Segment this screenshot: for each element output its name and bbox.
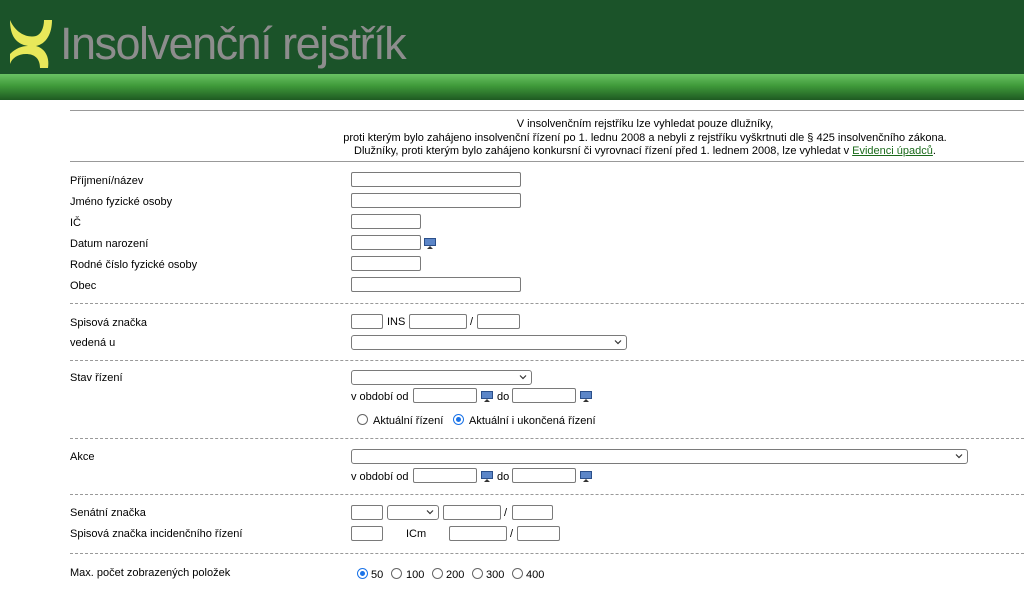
city-label: Obec (70, 280, 97, 292)
incidental-senate-input[interactable] (351, 526, 383, 541)
court-select[interactable] (351, 335, 627, 350)
status-from-input[interactable] (413, 388, 477, 403)
divider (70, 110, 1024, 111)
senate-case-input[interactable] (443, 505, 501, 520)
slash-label: / (504, 507, 508, 519)
radio-max-50[interactable] (357, 568, 368, 579)
radio-current-only[interactable] (357, 414, 368, 425)
incidental-number-input[interactable] (449, 526, 507, 541)
birthnumber-input[interactable] (351, 256, 421, 271)
case-senate-input[interactable] (351, 314, 383, 329)
divider (70, 438, 1024, 439)
max-results-label: Max. počet zobrazených položek (70, 567, 231, 579)
notice-line-3-end: . (932, 145, 936, 157)
slash-label: / (510, 528, 514, 540)
notice-line-1: V insolvenčním rejstříku lze vyhledat po… (516, 118, 774, 130)
divider (70, 360, 1024, 361)
action-select[interactable] (351, 449, 968, 464)
radio-current-and-closed[interactable] (453, 414, 464, 425)
incidental-label: Spisová značka incidenčního řízení (70, 528, 243, 540)
notice-line-3: Dlužníky, proti kterým bylo zahájeno kon… (270, 145, 1020, 159)
firstname-input[interactable] (351, 193, 521, 208)
slash-label: / (470, 316, 474, 328)
search-notice: V insolvenčním rejstříku lze vyhledat po… (270, 118, 1020, 159)
city-input[interactable] (351, 277, 521, 292)
court-label: vedená u (70, 337, 116, 349)
calendar-icon[interactable] (424, 238, 436, 250)
case-number-label: Spisová značka (70, 317, 148, 329)
birthdate-label: Datum narození (70, 238, 149, 250)
max-100-label: 100 (406, 569, 425, 581)
action-to-input[interactable] (512, 468, 576, 483)
incidental-year-input[interactable] (517, 526, 560, 541)
calendar-icon[interactable] (481, 471, 493, 483)
chevron-down-icon (519, 375, 527, 380)
divider (70, 161, 1024, 162)
birthnumber-label: Rodné číslo fyzické osoby (70, 259, 198, 271)
chevron-down-icon (426, 510, 434, 515)
period-to-label: do (497, 471, 510, 483)
surname-input[interactable] (351, 172, 521, 187)
calendar-icon[interactable] (580, 471, 592, 483)
divider (70, 494, 1024, 495)
senate-type-select[interactable] (387, 505, 439, 520)
header-banner: Insolvenční rejstřík (0, 0, 1024, 100)
max-50-label: 50 (371, 569, 384, 581)
action-from-input[interactable] (413, 468, 477, 483)
divider (70, 303, 1024, 304)
period-to-label: do (497, 391, 510, 403)
site-title: Insolvenční rejstřík (60, 18, 407, 69)
icm-label: ICm (406, 528, 427, 540)
period-from-label: v období od (351, 471, 409, 483)
status-label: Stav řízení (70, 372, 123, 384)
senate-label: Senátní značka (70, 507, 146, 519)
radio-max-400[interactable] (512, 568, 523, 579)
evidence-link[interactable]: Evidenci úpadců (852, 145, 933, 157)
radio-max-200[interactable] (432, 568, 443, 579)
divider (70, 553, 1024, 554)
radio-max-100[interactable] (391, 568, 402, 579)
status-to-input[interactable] (512, 388, 576, 403)
calendar-icon[interactable] (580, 391, 592, 403)
ic-label: IČ (70, 217, 81, 229)
chevron-down-icon (955, 454, 963, 459)
current-only-label: Aktuální řízení (373, 415, 444, 427)
logo-icon (10, 20, 52, 68)
period-from-label: v období od (351, 391, 409, 403)
notice-line-3-text: Dlužníky, proti kterým bylo zahájeno kon… (354, 145, 850, 157)
ins-label: INS (387, 316, 406, 328)
action-label: Akce (70, 451, 95, 463)
calendar-icon[interactable] (481, 391, 493, 403)
chevron-down-icon (614, 340, 622, 345)
senate-number-input[interactable] (351, 505, 383, 520)
max-200-label: 200 (446, 569, 465, 581)
firstname-label: Jméno fyzické osoby (70, 196, 173, 208)
case-number-input[interactable] (409, 314, 467, 329)
birthdate-input[interactable] (351, 235, 421, 250)
status-select[interactable] (351, 370, 532, 385)
case-year-input[interactable] (477, 314, 520, 329)
max-400-label: 400 (526, 569, 545, 581)
notice-line-2: proti kterým bylo zahájeno insolvenční ř… (343, 131, 947, 144)
senate-year-input[interactable] (512, 505, 553, 520)
max-300-label: 300 (486, 569, 505, 581)
current-and-closed-label: Aktuální i ukončená řízení (469, 415, 596, 427)
header-band (0, 74, 1024, 100)
surname-label: Příjmení/název (70, 175, 144, 187)
radio-max-300[interactable] (472, 568, 483, 579)
ic-input[interactable] (351, 214, 421, 229)
